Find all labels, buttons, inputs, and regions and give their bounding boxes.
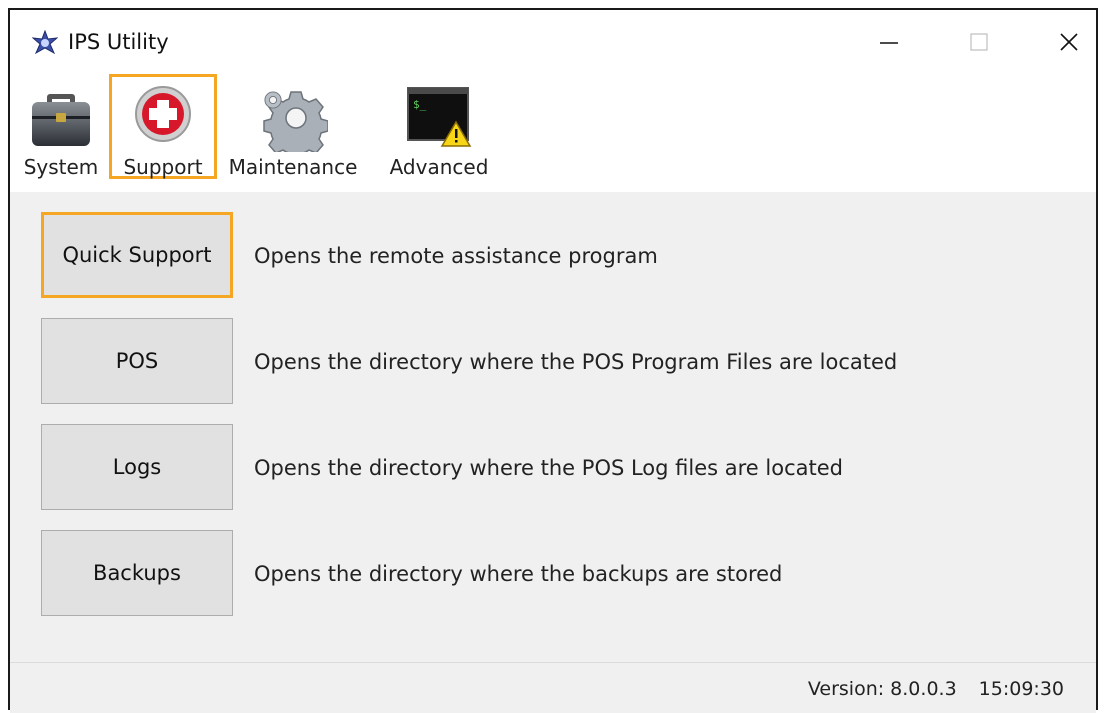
app-star-icon xyxy=(32,30,58,55)
backups-description: Opens the directory where the backups ar… xyxy=(254,562,783,586)
briefcase-icon xyxy=(32,94,90,146)
backups-button[interactable]: Backups xyxy=(41,530,233,616)
toolbar-label-advanced: Advanced xyxy=(389,155,489,179)
quick-support-description: Opens the remote assistance program xyxy=(254,244,658,268)
minimize-button[interactable] xyxy=(858,16,918,68)
medical-cross-icon xyxy=(135,86,191,142)
toolbar-item-system[interactable]: System xyxy=(12,74,110,186)
quick-support-button[interactable]: Quick Support xyxy=(41,212,233,298)
logs-description: Opens the directory where the POS Log fi… xyxy=(254,456,843,480)
maximize-button[interactable] xyxy=(948,16,1008,68)
toolbar-label-support: Support xyxy=(123,155,203,179)
terminal-warning-icon: $_ xyxy=(407,87,472,147)
status-bar: Version: 8.0.0.3 15:09:30 xyxy=(10,662,1096,713)
action-row: Quick Support Opens the remote assistanc… xyxy=(10,212,1096,302)
toolbar-item-support[interactable]: Support xyxy=(109,74,217,179)
action-row: POS Opens the directory where the POS Pr… xyxy=(10,318,1096,408)
toolbar: System Support Maintenance $_ Advanced xyxy=(10,74,1096,192)
svg-text:$_: $_ xyxy=(413,98,427,111)
version-label: Version: 8.0.0.3 xyxy=(807,678,957,700)
toolbar-item-advanced[interactable]: $_ Advanced xyxy=(377,74,501,186)
action-row: Logs Opens the directory where the POS L… xyxy=(10,424,1096,514)
pos-description: Opens the directory where the POS Progra… xyxy=(254,350,898,374)
minimize-icon xyxy=(880,42,898,44)
pos-button[interactable]: POS xyxy=(41,318,233,404)
toolbar-item-maintenance[interactable]: Maintenance xyxy=(219,74,367,186)
support-panel: Quick Support Opens the remote assistanc… xyxy=(10,192,1096,662)
clock-label: 15:09:30 xyxy=(978,678,1064,700)
maximize-icon xyxy=(970,33,988,51)
title-bar[interactable]: IPS Utility xyxy=(10,10,1096,74)
close-button[interactable] xyxy=(1038,16,1098,68)
logs-button[interactable]: Logs xyxy=(41,424,233,510)
close-icon xyxy=(1060,33,1078,51)
toolbar-label-system: System xyxy=(23,155,99,179)
action-row: Backups Opens the directory where the ba… xyxy=(10,530,1096,620)
status-info: Version: 8.0.0.3 15:09:30 xyxy=(808,678,1064,700)
gear-icon xyxy=(263,91,328,152)
app-window: IPS Utility System Support Maintenance $… xyxy=(8,8,1098,713)
toolbar-label-maintenance: Maintenance xyxy=(228,155,358,179)
window-title: IPS Utility xyxy=(68,30,169,54)
